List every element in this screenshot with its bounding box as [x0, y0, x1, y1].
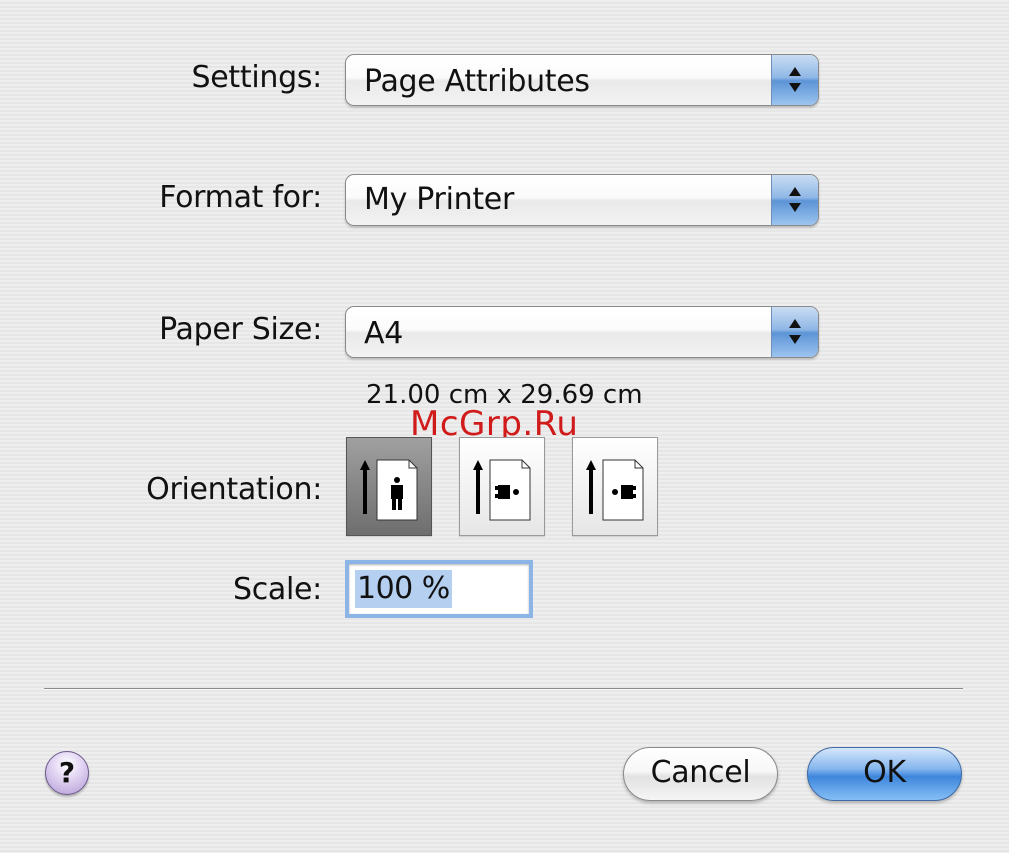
orientation-landscape-button[interactable] [459, 437, 545, 536]
portrait-icon [360, 459, 418, 521]
scale-input-value: 100 % [355, 570, 452, 608]
orientation-portrait-button[interactable] [346, 437, 432, 536]
orientation-landscape-reversed-button[interactable] [572, 437, 658, 536]
scale-input[interactable]: 100 % [345, 560, 533, 618]
paper-size-popup[interactable]: A4 [345, 306, 819, 358]
popup-arrows-icon [771, 307, 818, 357]
cancel-button[interactable]: Cancel [623, 747, 778, 801]
settings-popup[interactable]: Page Attributes [345, 54, 819, 106]
scale-label: Scale: [232, 572, 322, 607]
orientation-label: Orientation: [146, 472, 322, 507]
format-for-popup[interactable]: My Printer [345, 174, 819, 226]
landscape-icon [473, 459, 531, 521]
settings-popup-value: Page Attributes [364, 64, 590, 99]
popup-arrows-icon [771, 175, 818, 225]
ok-button[interactable]: OK [807, 747, 962, 801]
format-for-popup-value: My Printer [364, 182, 514, 217]
popup-arrows-icon [771, 55, 818, 105]
paper-size-popup-value: A4 [364, 316, 404, 351]
paper-size-label: Paper Size: [159, 312, 322, 347]
settings-label: Settings: [191, 60, 323, 95]
landscape-reversed-icon [586, 459, 644, 521]
divider [44, 688, 963, 690]
help-button[interactable]: ? [45, 751, 89, 795]
format-for-label: Format for: [159, 180, 322, 215]
